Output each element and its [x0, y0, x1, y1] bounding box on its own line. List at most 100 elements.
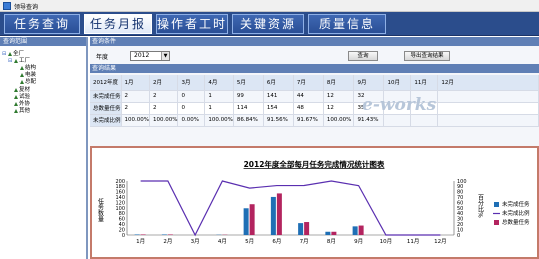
tab-task-monthly-report[interactable]: 任务月报 — [84, 14, 152, 34]
column-header: 8月 — [323, 75, 355, 91]
table-row: 总数量任务 2 2 0 1 114 154 48 12 35 — [90, 102, 539, 115]
x-tick-label: 7月 — [300, 238, 309, 245]
column-header: 4月 — [204, 75, 234, 91]
folder-icon — [20, 72, 24, 77]
table-cell: 141 — [263, 90, 294, 103]
tree-node[interactable]: 复材 — [8, 87, 30, 94]
tree-node-label: 工厂 — [19, 58, 31, 64]
tab-operator-hours[interactable]: 操作者工时 — [156, 14, 228, 34]
bar-unfinished — [134, 234, 140, 235]
tree-node[interactable]: ⊟ 全厂 — [2, 51, 24, 58]
tree-node-label: 电装 — [25, 72, 37, 78]
table-cell: 48 — [293, 102, 324, 115]
bar-unfinished — [298, 223, 304, 235]
tree-node[interactable]: 其他 — [8, 108, 30, 115]
table-cell: 91.43% — [353, 114, 385, 127]
bar-total — [140, 234, 146, 235]
y-tick-label: 80 — [119, 211, 125, 217]
tree-node-label: 结构 — [25, 65, 37, 71]
column-header: 10月 — [383, 75, 412, 91]
bar-total — [331, 231, 337, 235]
chart-panel: 2012年度全部每月任务完成情况统计图表 任务数量 百分比% 0 20 40 60 80 100… — [90, 146, 539, 259]
tree-node-label: 全厂 — [13, 51, 25, 57]
tree-node[interactable]: ⊟ 工厂 — [8, 58, 30, 65]
x-tick-label: 9月 — [354, 238, 363, 245]
y2-tick-label: 50 — [457, 206, 463, 212]
column-header: 2012年度 — [90, 75, 122, 91]
bar-unfinished — [325, 231, 331, 235]
folder-icon — [14, 108, 18, 113]
query-conditions-row: 年度 2012 ▼ 查询 导出查询结果 — [90, 49, 539, 63]
x-tick-label: 6月 — [272, 238, 281, 245]
y-tick-label: 20 — [119, 227, 125, 233]
bar-unfinished — [352, 226, 358, 235]
tab-key-resources[interactable]: 关键资源 — [232, 14, 304, 34]
table-row: 未完成比例 100.00% 100.00% 0.00% 100.00% 86.84% 91.… — [90, 114, 539, 127]
y2-tick-label: 40 — [457, 211, 463, 217]
main-content: 查询条件 年度 2012 ▼ 查询 导出查询结果 查询结果 2012年度 1月 2月… — [90, 37, 539, 259]
tree-node[interactable]: 试验 — [8, 94, 30, 101]
y-tick-label: 40 — [119, 222, 125, 228]
bar-total — [167, 234, 173, 235]
row-header: 未完成比例 — [90, 114, 122, 127]
column-header: 7月 — [293, 75, 324, 91]
y2-axis-label: 百分比% — [477, 194, 484, 218]
window-title: 领导查询 — [14, 4, 39, 11]
tree-node-label: 试验 — [19, 94, 31, 100]
legend-label: 未完成比例 — [502, 209, 530, 217]
bar-unfinished — [270, 196, 276, 235]
results-table: 2012年度 1月 2月 3月 4月 5月 6月 7月 8月 9月 10月 11月 12月 未完成任务 2 2… — [90, 75, 539, 127]
y2-tick-label: 90 — [457, 184, 463, 190]
y2-tick-label: 30 — [457, 217, 463, 223]
y-tick-label: 60 — [119, 217, 125, 223]
row-header: 总数量任务 — [90, 102, 122, 115]
x-tick-label: 11月 — [407, 238, 420, 245]
x-tick-label: 2月 — [163, 238, 172, 245]
tab-task-query[interactable]: 任务查询 — [4, 14, 80, 34]
y2-tick-label: 70 — [457, 195, 463, 201]
x-tick-label: 8月 — [327, 238, 336, 245]
tree-node[interactable]: 电装 — [14, 72, 36, 79]
bar-total — [276, 193, 282, 235]
tree-node[interactable]: 总配 — [14, 79, 36, 86]
line-unfinished-ratio — [140, 180, 441, 237]
table-cell: 100.00% — [204, 114, 234, 127]
column-header: 5月 — [233, 75, 264, 91]
table-cell — [383, 114, 412, 127]
table-cell: 0 — [177, 90, 206, 103]
y-tick-label: 160 — [115, 190, 125, 196]
table-cell: 154 — [263, 102, 294, 115]
chevron-down-icon[interactable]: ▼ — [161, 52, 169, 60]
x-tick-label: 12月 — [434, 238, 447, 245]
folder-icon — [20, 79, 24, 84]
folder-icon — [14, 87, 18, 92]
table-row: 未完成任务 2 2 0 1 99 141 44 12 32 — [90, 90, 539, 103]
table-cell: 100.00% — [323, 114, 355, 127]
y-axis-label: 任务数量 — [97, 197, 104, 223]
year-select[interactable]: 2012 ▼ — [130, 51, 170, 61]
table-cell: 100.00% — [149, 114, 179, 127]
tree-node-label: 复材 — [19, 87, 31, 93]
query-button[interactable]: 查询 — [348, 51, 378, 61]
tree-node[interactable]: 外协 — [8, 101, 30, 108]
tree-node[interactable]: 结构 — [14, 65, 36, 72]
folder-icon — [20, 65, 24, 70]
table-cell: 0 — [177, 102, 206, 115]
export-results-button[interactable]: 导出查询结果 — [404, 51, 450, 61]
folder-icon — [14, 94, 18, 99]
table-cell — [437, 114, 539, 127]
query-conditions-title: 查询条件 — [90, 37, 539, 46]
folder-icon — [14, 58, 18, 63]
tree-node-label: 外协 — [19, 101, 31, 107]
table-cell: 2 — [149, 90, 179, 103]
y2-tick-label: 0 — [457, 233, 460, 239]
x-tick-label: 1月 — [136, 238, 145, 245]
x-tick-label: 10月 — [380, 238, 393, 245]
tab-quality-info[interactable]: 质量信息 — [308, 14, 386, 34]
table-header-row: 2012年度 1月 2月 3月 4月 5月 6月 7月 8月 9月 10月 11月 12月 — [90, 75, 539, 91]
x-tick-label: 3月 — [191, 238, 200, 245]
year-label: 年度 — [96, 54, 109, 61]
tree-node-label: 总配 — [25, 79, 37, 85]
y-tick-label: 140 — [115, 195, 125, 201]
y-tick-label: 180 — [115, 184, 125, 190]
